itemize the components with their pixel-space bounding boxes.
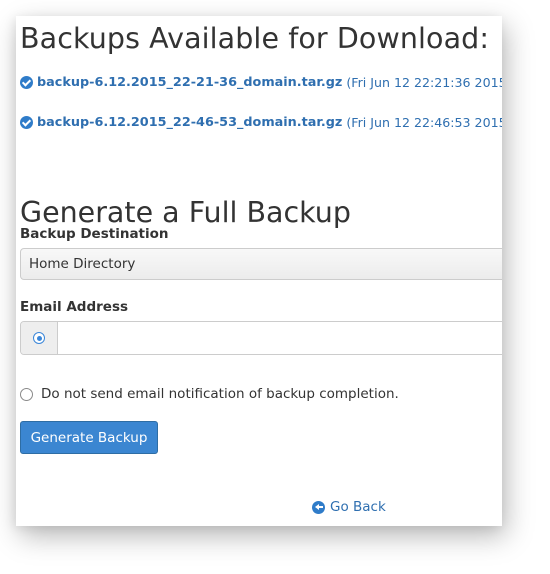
backup-download-link[interactable]: backup-6.12.2015_22-46-53_domain.tar.gz: [37, 115, 342, 130]
email-address-group: [20, 321, 502, 355]
email-address-label: Email Address: [20, 299, 129, 315]
go-back-label: Go Back: [330, 499, 386, 515]
generate-backup-title: Generate a Full Backup: [20, 196, 351, 229]
no-email-option[interactable]: Do not send email notification of backup…: [20, 386, 399, 402]
generate-backup-button[interactable]: Generate Backup: [20, 421, 158, 454]
backup-destination-value: Home Directory: [29, 256, 136, 272]
email-radio-addon[interactable]: [21, 322, 58, 354]
no-email-label: Do not send email notification of backup…: [41, 386, 399, 402]
backup-list-item: backup-6.12.2015_22-21-36_domain.tar.gz …: [20, 75, 502, 90]
email-address-input[interactable]: [58, 322, 502, 354]
backup-date: (Fri Jun 12 22:21:36 2015): [346, 75, 502, 90]
backup-download-link[interactable]: backup-6.12.2015_22-21-36_domain.tar.gz: [37, 75, 342, 90]
backup-destination-label: Backup Destination: [20, 226, 169, 242]
no-email-radio[interactable]: [20, 387, 33, 401]
go-back-link[interactable]: Go Back: [312, 499, 386, 515]
check-circle-icon: [20, 116, 33, 129]
backup-date: (Fri Jun 12 22:46:53 2015): [346, 115, 502, 130]
backup-list-item: backup-6.12.2015_22-46-53_domain.tar.gz …: [20, 115, 502, 130]
check-circle-icon: [20, 76, 33, 89]
downloads-title: Backups Available for Download:: [20, 22, 490, 55]
radio-icon[interactable]: [33, 332, 45, 344]
backup-destination-select[interactable]: Home Directory: [20, 248, 502, 280]
backup-panel: Backups Available for Download: backup-6…: [16, 16, 502, 526]
arrow-circle-left-icon: [312, 500, 325, 514]
